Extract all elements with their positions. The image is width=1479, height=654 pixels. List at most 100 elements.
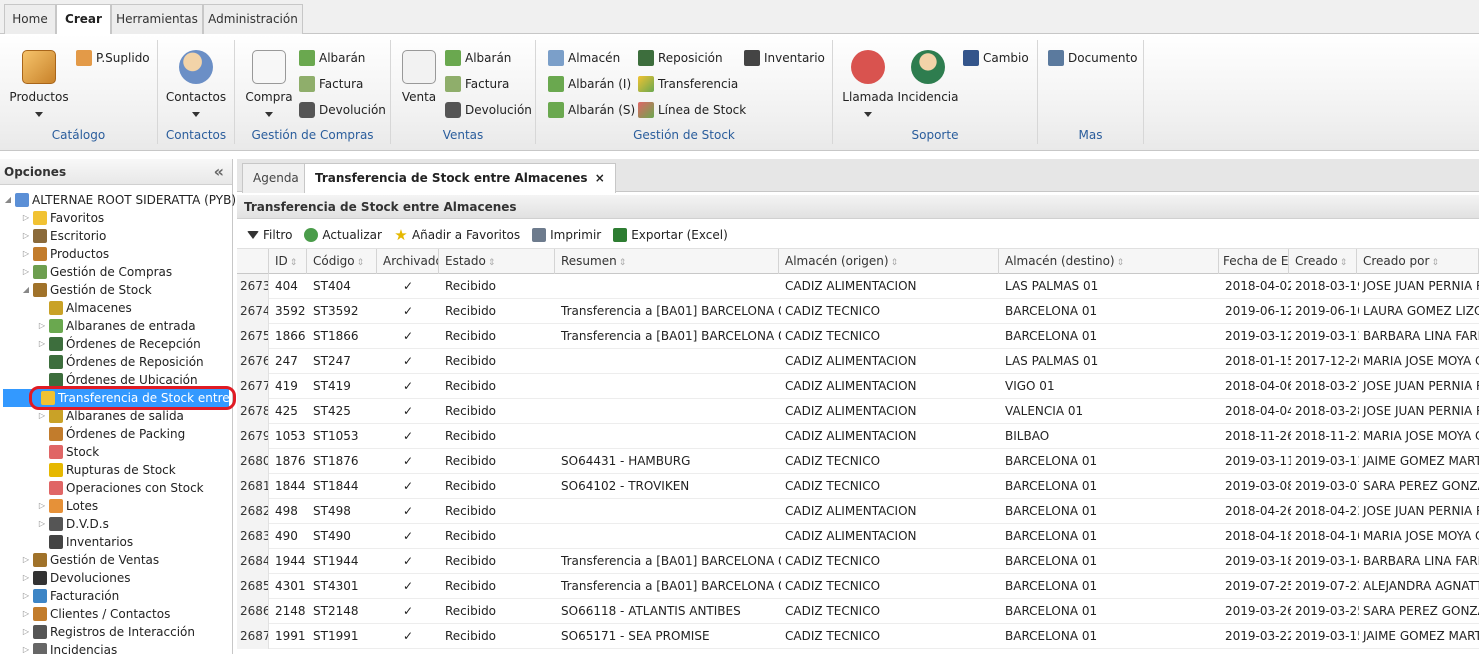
tree-item[interactable]: ▷ Gestión de Compras (22, 263, 172, 281)
compra-devolucion-button[interactable]: Devolución (299, 100, 386, 120)
tree-item[interactable]: Órdenes de Packing (38, 425, 185, 443)
expand-icon[interactable]: ▷ (38, 497, 46, 515)
expand-icon[interactable]: ◢ (22, 281, 30, 299)
inventario-button[interactable]: Inventario (744, 48, 825, 68)
expand-icon[interactable]: ▷ (38, 515, 46, 533)
column-header-codigo[interactable]: Código ⇕ (307, 249, 377, 274)
tab-herramientas[interactable]: Herramientas (111, 4, 203, 35)
table-row[interactable]: 2685 4301 ST4301 ✓ Recibido Transferencia a [… (237, 574, 1479, 599)
tree-root[interactable]: ◢ ALTERNAE ROOT SIDERATTA (PYB) (4, 191, 236, 209)
expand-icon[interactable]: ▷ (22, 623, 30, 641)
tree-item[interactable]: ▷ Escritorio (22, 227, 106, 245)
linea-stock-button[interactable]: Línea de Stock (638, 100, 746, 120)
tree-item[interactable]: Órdenes de Ubicación (38, 371, 198, 389)
tree-item[interactable]: ▷ Lotes (38, 497, 98, 515)
tree-item[interactable]: ◢ Gestión de Stock (22, 281, 152, 299)
close-tab-icon[interactable]: × (595, 171, 605, 185)
table-row[interactable]: 2684 1944 ST1944 ✓ Recibido Transferencia a [… (237, 549, 1479, 574)
table-row[interactable]: 2673 404 ST404 ✓ Recibido CADIZ ALIMENTACION L… (237, 274, 1479, 299)
tree-item[interactable]: Almacenes (38, 299, 132, 317)
venta-factura-button[interactable]: Factura (445, 74, 509, 94)
table-row[interactable]: 2677 419 ST419 ✓ Recibido CADIZ ALIMENTACION V… (237, 374, 1479, 399)
column-header-archivado[interactable]: Archivado (377, 249, 439, 274)
tree-item[interactable]: ▷ Órdenes de Recepción (38, 335, 201, 353)
column-header-fecha[interactable]: Fecha de En (1219, 249, 1289, 274)
tree-item[interactable]: Rupturas de Stock (38, 461, 176, 479)
column-header-origen[interactable]: Almacén (origen) ⇕ (779, 249, 999, 274)
tree-item[interactable]: ▷ Albaranes de salida (38, 407, 184, 425)
compra-factura-button[interactable]: Factura (299, 74, 363, 94)
expand-icon[interactable]: ▷ (22, 551, 30, 569)
tree-item[interactable]: ▷ Incidencias (22, 641, 117, 654)
tab-crear[interactable]: Crear (56, 4, 111, 35)
expand-icon[interactable]: ▷ (22, 569, 30, 587)
tab-administracion[interactable]: Administración (203, 4, 303, 35)
exportar-button[interactable]: Exportar (Excel) (613, 227, 728, 242)
venta-button[interactable]: Venta (397, 46, 441, 104)
expand-icon[interactable]: ▷ (22, 227, 30, 245)
tree-item[interactable]: ▷ Productos (22, 245, 109, 263)
almacen-button[interactable]: Almacén (548, 48, 620, 68)
expand-icon[interactable]: ▷ (38, 317, 46, 335)
documento-button[interactable]: Documento (1048, 48, 1138, 68)
filtro-button[interactable]: Filtro (247, 228, 292, 242)
table-row[interactable]: 2678 425 ST425 ✓ Recibido CADIZ ALIMENTACION V… (237, 399, 1479, 424)
expand-icon[interactable]: ▷ (22, 263, 30, 281)
column-header-resumen[interactable]: Resumen ⇕ (555, 249, 779, 274)
actualizar-button[interactable]: Actualizar (304, 227, 382, 242)
expand-icon[interactable]: ▷ (22, 209, 30, 227)
expand-icon[interactable]: ▷ (22, 605, 30, 623)
tree-item[interactable]: ▷ Clientes / Contactos (22, 605, 170, 623)
table-row[interactable]: 2676 247 ST247 ✓ Recibido CADIZ ALIMENTACION L… (237, 349, 1479, 374)
column-header-por[interactable]: Creado por ⇕ (1357, 249, 1479, 274)
table-row[interactable]: 2675 1866 ST1866 ✓ Recibido Transferencia a [… (237, 324, 1479, 349)
tree-item[interactable]: Inventarios (38, 533, 133, 551)
cambio-button[interactable]: Cambio (963, 48, 1029, 68)
column-header-estado[interactable]: Estado ⇕ (439, 249, 555, 274)
expand-icon[interactable]: ▷ (22, 245, 30, 263)
column-header-id[interactable]: ID ⇕ (269, 249, 307, 274)
imprimir-button[interactable]: Imprimir (532, 227, 601, 242)
tree-item[interactable]: ▷ Gestión de Ventas (22, 551, 159, 569)
expand-icon[interactable]: ▷ (22, 641, 30, 654)
psuplido-button[interactable]: P.Suplido (76, 48, 150, 68)
tab-home[interactable]: Home (4, 4, 56, 35)
compra-albaran-button[interactable]: Albarán (299, 48, 365, 68)
table-row[interactable]: 2674 3592 ST3592 ✓ Recibido Transferencia a [… (237, 299, 1479, 324)
incidencia-button[interactable]: Incidencia (897, 46, 959, 104)
tree-item[interactable]: Órdenes de Reposición (38, 353, 204, 371)
venta-albaran-button[interactable]: Albarán (445, 48, 511, 68)
tab-transferencia[interactable]: Transferencia de Stock entre Almacenes × (304, 163, 616, 193)
tree-item[interactable]: Stock (38, 443, 99, 461)
favoritos-button[interactable]: ★ Añadir a Favoritos (394, 227, 520, 242)
transferencia-button[interactable]: Transferencia (638, 74, 738, 94)
tree-item[interactable]: ▷ Albaranes de entrada (38, 317, 196, 335)
table-row[interactable]: 2679 1053 ST1053 ✓ Recibido CADIZ ALIMENTACIO… (237, 424, 1479, 449)
tree-item[interactable]: ▷ Facturación (22, 587, 119, 605)
collapse-panel-button[interactable]: « (214, 159, 224, 185)
expand-icon[interactable]: ▷ (22, 587, 30, 605)
tree-item[interactable]: ▷ Registros de Interacción (22, 623, 195, 641)
table-row[interactable]: 2682 498 ST498 ✓ Recibido CADIZ ALIMENTACION B… (237, 499, 1479, 524)
expand-icon[interactable]: ◢ (4, 191, 12, 209)
table-row[interactable]: 2681 1844 ST1844 ✓ Recibido SO64102 - TROVIKE… (237, 474, 1479, 499)
expand-icon[interactable]: ▷ (38, 335, 46, 353)
albaran-s-button[interactable]: Albarán (S) (548, 100, 635, 120)
tree-item[interactable]: ▷ D.V.D.s (38, 515, 109, 533)
llamada-button[interactable]: Llamada (841, 46, 895, 117)
column-header-creado[interactable]: Creado ⇕ (1289, 249, 1357, 274)
tree-item[interactable]: ▷ Devoluciones (22, 569, 131, 587)
contactos-button[interactable]: Contactos (164, 46, 228, 117)
compra-button[interactable]: Compra (243, 46, 295, 117)
table-row[interactable]: 2680 1876 ST1876 ✓ Recibido SO64431 - HAMBURG… (237, 449, 1479, 474)
tab-agenda[interactable]: Agenda (242, 163, 310, 193)
expand-icon[interactable]: ▷ (38, 407, 46, 425)
tree-item[interactable]: Transferencia de Stock entre (3, 389, 230, 407)
table-row[interactable]: 2683 490 ST490 ✓ Recibido CADIZ ALIMENTACION B… (237, 524, 1479, 549)
reposicion-button[interactable]: Reposición (638, 48, 723, 68)
venta-devolucion-button[interactable]: Devolución (445, 100, 532, 120)
tree-item[interactable]: Operaciones con Stock (38, 479, 204, 497)
column-header-destino[interactable]: Almacén (destino) ⇕ (999, 249, 1219, 274)
tree-item[interactable]: ▷ Favoritos (22, 209, 104, 227)
albaran-i-button[interactable]: Albarán (I) (548, 74, 631, 94)
